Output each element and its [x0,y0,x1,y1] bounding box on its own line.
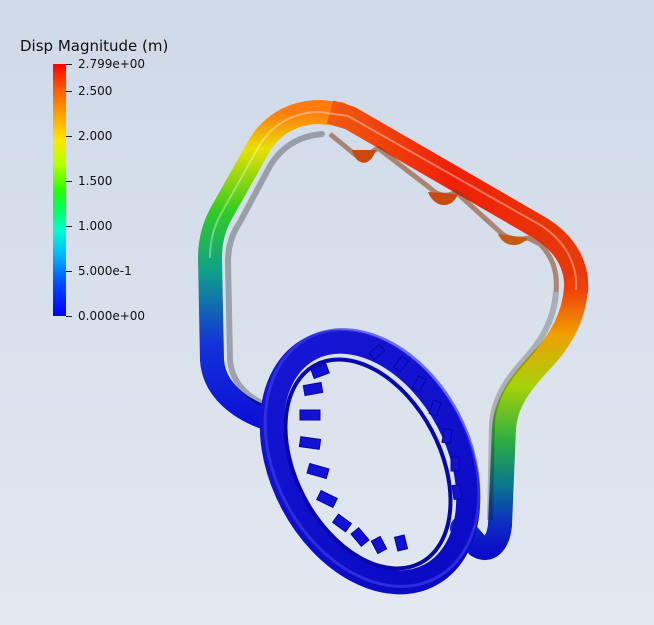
ring-teeth [298,343,463,555]
legend-tick-max: 2.799e+00 [78,57,146,71]
legend-tick-mark [66,136,72,137]
frame-notch-2 [428,192,458,206]
legend-tick-1000: 1.000 [78,219,113,233]
legend-tick-mark [66,316,72,317]
legend-tick-mark [66,91,72,92]
legend-tick-2000: 2.000 [78,129,113,143]
frame-notch-3 [498,234,528,246]
render-viewport[interactable]: Disp Magnitude (m) 2.799e+00 2.500 2.000… [0,0,654,625]
legend-tick-1500: 1.500 [78,174,113,188]
frame-side-top [326,100,589,293]
legend-tick-2500: 2.500 [78,84,113,98]
legend-tick-min: 0.000e+00 [78,309,146,323]
legend-title: Disp Magnitude (m) [20,37,169,55]
legend-tick-0500: 5.000e-1 [78,264,132,278]
frame-notch-1 [352,150,376,163]
legend-tick-mark [66,271,72,272]
legend-tick-mark [66,181,72,182]
legend-tick-mark [66,226,72,227]
legend-tick-mark [66,64,72,65]
color-scale-bar [53,64,66,316]
